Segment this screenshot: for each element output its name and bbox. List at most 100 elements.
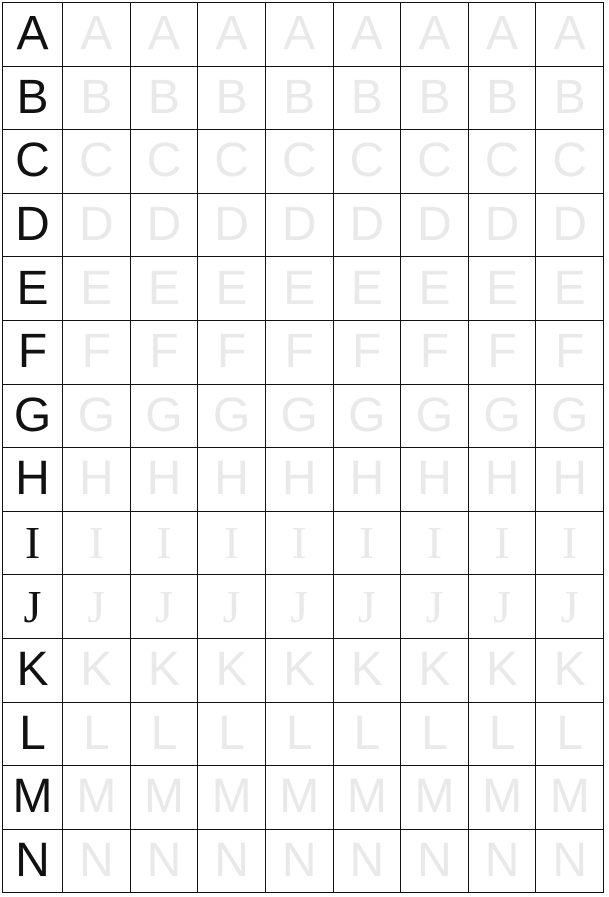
letter-row-j: JJJJJJJJJ <box>2 574 604 639</box>
tracing-letter: D <box>146 198 182 252</box>
tracing-letter-cell: F <box>332 319 402 385</box>
tracing-letter: B <box>418 70 451 124</box>
tracing-letter-cell: N <box>264 828 334 894</box>
tracing-letter-cell: A <box>535 2 604 67</box>
tracing-letter-cell: N <box>62 828 131 894</box>
model-letter: B <box>16 70 49 124</box>
letter-row-b: BBBBBBBBB <box>2 65 604 131</box>
tracing-letter: A <box>147 7 180 61</box>
tracing-letter: M <box>549 770 590 824</box>
tracing-letter-cell: B <box>467 65 537 131</box>
tracing-letter-cell: A <box>129 2 199 67</box>
tracing-letter-cell: B <box>264 65 334 131</box>
tracing-letter-cell: G <box>264 383 334 449</box>
model-letter-cell: J <box>2 574 63 639</box>
letter-row-f: FFFFFFFFF <box>2 319 604 385</box>
tracing-letter-cell: H <box>332 447 402 512</box>
letter-row-i: IIIIIIIII <box>2 510 604 576</box>
letter-row-n: NNNNNNNNN <box>2 828 604 894</box>
tracing-letter-cell: G <box>62 383 131 449</box>
tracing-letter-cell: N <box>400 828 469 894</box>
letter-row-k: KKKKKKKKK <box>2 637 604 703</box>
tracing-letter: N <box>214 834 249 888</box>
tracing-letter-cell: C <box>332 129 402 194</box>
tracing-letter-cell: E <box>332 256 402 321</box>
tracing-letter: I <box>562 517 578 569</box>
model-letter-cell: C <box>2 129 63 194</box>
tracing-letter: F <box>81 325 111 379</box>
tracing-letter: L <box>82 706 110 760</box>
tracing-letter-cell: J <box>62 574 131 639</box>
tracing-letter-cell: G <box>197 383 266 449</box>
tracing-letter-cell: D <box>264 192 334 258</box>
tracing-letter-cell: E <box>264 256 334 321</box>
tracing-letter-cell: F <box>62 319 131 385</box>
tracing-letter: E <box>486 261 519 315</box>
tracing-letter: F <box>555 325 585 379</box>
tracing-letter: B <box>350 70 383 124</box>
model-letter: G <box>13 388 52 442</box>
letter-tracing-grid: AAAAAAAAABBBBBBBBBCCCCCCCCCDDDDDDDDDEEEE… <box>2 2 604 894</box>
model-letter-cell: I <box>2 510 63 576</box>
tracing-letter: J <box>493 580 512 632</box>
tracing-letter: F <box>284 325 314 379</box>
tracing-letter-cell: E <box>62 256 131 321</box>
tracing-letter: C <box>78 134 114 188</box>
tracing-letter: J <box>222 580 241 632</box>
tracing-letter: D <box>78 198 114 252</box>
tracing-letter: B <box>553 70 586 124</box>
tracing-letter: N <box>78 834 114 888</box>
tracing-letter-cell: H <box>62 447 131 512</box>
tracing-letter-cell: B <box>197 65 266 131</box>
tracing-letter-cell: E <box>129 256 199 321</box>
tracing-letter-cell: G <box>332 383 402 449</box>
tracing-letter-cell: G <box>129 383 199 449</box>
tracing-letter-cell: L <box>400 701 469 767</box>
tracing-letter: C <box>484 134 520 188</box>
tracing-letter-cell: B <box>400 65 469 131</box>
tracing-letter-cell: M <box>62 765 131 830</box>
tracing-letter: N <box>349 834 385 888</box>
tracing-letter-cell: K <box>264 637 334 703</box>
tracing-letter: N <box>552 834 588 888</box>
tracing-letter-cell: A <box>197 2 266 67</box>
tracing-letter: I <box>359 517 375 569</box>
tracing-letter-cell: H <box>197 447 266 512</box>
tracing-letter-cell: M <box>467 765 537 830</box>
tracing-letter-cell: F <box>535 319 604 385</box>
tracing-letter-cell: I <box>264 510 334 576</box>
tracing-letter: A <box>350 7 383 61</box>
model-letter-cell: L <box>2 701 63 767</box>
tracing-letter: A <box>486 7 519 61</box>
tracing-letter: G <box>415 388 454 442</box>
tracing-letter-cell: D <box>332 192 402 258</box>
tracing-letter-cell: N <box>129 828 199 894</box>
tracing-letter-cell: M <box>535 765 604 830</box>
tracing-letter: A <box>283 7 316 61</box>
model-letter: C <box>15 134 50 188</box>
tracing-letter-cell: K <box>197 637 266 703</box>
tracing-letter: H <box>281 452 317 506</box>
tracing-letter: K <box>418 643 451 697</box>
letter-row-c: CCCCCCCCC <box>2 129 604 194</box>
tracing-letter-cell: K <box>467 637 537 703</box>
tracing-letter-cell: M <box>197 765 266 830</box>
tracing-letter: L <box>488 706 516 760</box>
tracing-letter: A <box>215 7 248 61</box>
tracing-letter: G <box>280 388 318 442</box>
tracing-letter-cell: L <box>264 701 334 767</box>
tracing-letter: E <box>553 261 586 315</box>
tracing-letter-cell: G <box>400 383 469 449</box>
tracing-letter: D <box>552 198 588 252</box>
tracing-letter-cell: M <box>129 765 199 830</box>
tracing-letter: M <box>279 770 320 824</box>
tracing-letter-cell: A <box>264 2 334 67</box>
tracing-letter: E <box>283 261 316 315</box>
tracing-letter: L <box>353 706 381 760</box>
model-letter: H <box>15 452 50 506</box>
letter-row-d: DDDDDDDDD <box>2 192 604 258</box>
tracing-letter-cell: N <box>197 828 266 894</box>
tracing-letter: K <box>283 643 316 697</box>
tracing-letter: H <box>484 452 520 506</box>
model-letter-cell: G <box>2 383 63 449</box>
